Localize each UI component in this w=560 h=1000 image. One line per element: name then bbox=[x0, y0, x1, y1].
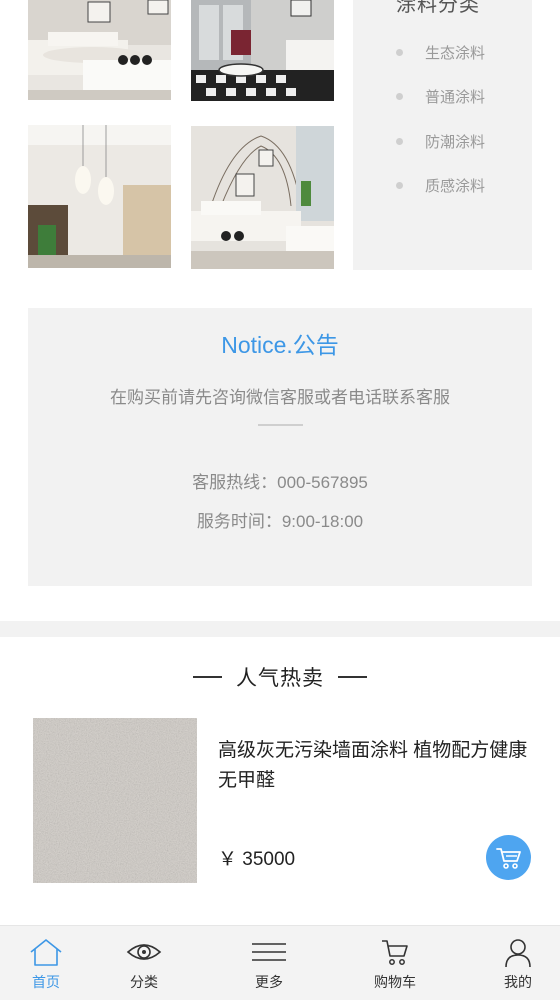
user-icon bbox=[505, 939, 531, 967]
tab-label: 购物车 bbox=[374, 974, 416, 990]
product-card[interactable]: 高级灰无污染墙面涂料 植物配方健康无甲醛 ￥ 35000 bbox=[0, 718, 560, 888]
bullet-icon bbox=[396, 93, 403, 101]
notice-text: 在购买前请先咨询微信客服或者电话联系客服 bbox=[110, 388, 450, 407]
gallery-image[interactable] bbox=[28, 0, 171, 100]
notice-title: Notice.公告 bbox=[221, 332, 339, 358]
tab-more[interactable]: 更多 bbox=[219, 926, 319, 1000]
cart-icon bbox=[495, 847, 521, 869]
category-label: 质感涂料 bbox=[425, 178, 486, 196]
section-separator bbox=[0, 621, 560, 637]
service-hotline: 客服热线：000-567895 bbox=[192, 473, 368, 492]
category-item[interactable]: 普通涂料 bbox=[353, 75, 532, 120]
dash-right bbox=[338, 676, 367, 678]
tab-label: 分类 bbox=[130, 974, 158, 990]
tab-profile[interactable]: 我的 bbox=[468, 926, 560, 1000]
category-label: 生态涂料 bbox=[425, 44, 486, 62]
gallery-image[interactable] bbox=[191, 126, 334, 269]
tab-home[interactable]: 首页 bbox=[0, 926, 96, 1000]
eye-icon bbox=[126, 944, 162, 960]
tab-label: 更多 bbox=[255, 974, 283, 990]
bottom-tab-bar: 首页 分类 更多 购物车 我的 bbox=[0, 925, 560, 1000]
bullet-icon bbox=[396, 182, 403, 190]
category-title: 涂料分类 bbox=[396, 0, 480, 16]
category-label: 防潮涂料 bbox=[425, 133, 486, 151]
add-to-cart-button[interactable] bbox=[486, 835, 531, 880]
gallery-section: 涂料分类 生态涂料 普通涂料 防潮涂料 质感涂料 bbox=[0, 0, 560, 270]
tab-cart[interactable]: 购物车 bbox=[345, 926, 445, 1000]
bullet-icon bbox=[396, 137, 403, 145]
menu-icon bbox=[252, 943, 286, 961]
product-price: ￥ 35000 bbox=[218, 849, 296, 870]
gallery-image[interactable] bbox=[28, 125, 171, 268]
category-item[interactable]: 生态涂料 bbox=[353, 30, 532, 75]
hot-sale-title: 人气热卖 bbox=[236, 667, 324, 690]
service-hours: 服务时间：9:00-18:00 bbox=[196, 512, 364, 531]
product-image[interactable] bbox=[33, 718, 197, 883]
tab-label: 我的 bbox=[504, 974, 532, 990]
gallery-image[interactable] bbox=[191, 0, 334, 101]
notice-card: Notice.公告 在购买前请先咨询微信客服或者电话联系客服 客服热线：000-… bbox=[28, 308, 532, 586]
hot-sale-header: 人气热卖 bbox=[0, 662, 560, 692]
category-panel: 涂料分类 生态涂料 普通涂料 防潮涂料 质感涂料 bbox=[353, 0, 532, 270]
category-item[interactable]: 质感涂料 bbox=[353, 164, 532, 209]
product-name[interactable]: 高级灰无污染墙面涂料 植物配方健康无甲醛 bbox=[218, 736, 536, 796]
divider bbox=[258, 424, 303, 426]
tab-category[interactable]: 分类 bbox=[94, 926, 194, 1000]
cart-icon bbox=[382, 940, 408, 965]
category-list: 生态涂料 普通涂料 防潮涂料 质感涂料 bbox=[353, 30, 532, 208]
bullet-icon bbox=[396, 48, 403, 56]
tab-label: 首页 bbox=[32, 974, 60, 990]
home-icon bbox=[30, 939, 62, 966]
dash-left bbox=[193, 676, 222, 678]
category-label: 普通涂料 bbox=[425, 89, 486, 107]
category-item[interactable]: 防潮涂料 bbox=[353, 119, 532, 164]
